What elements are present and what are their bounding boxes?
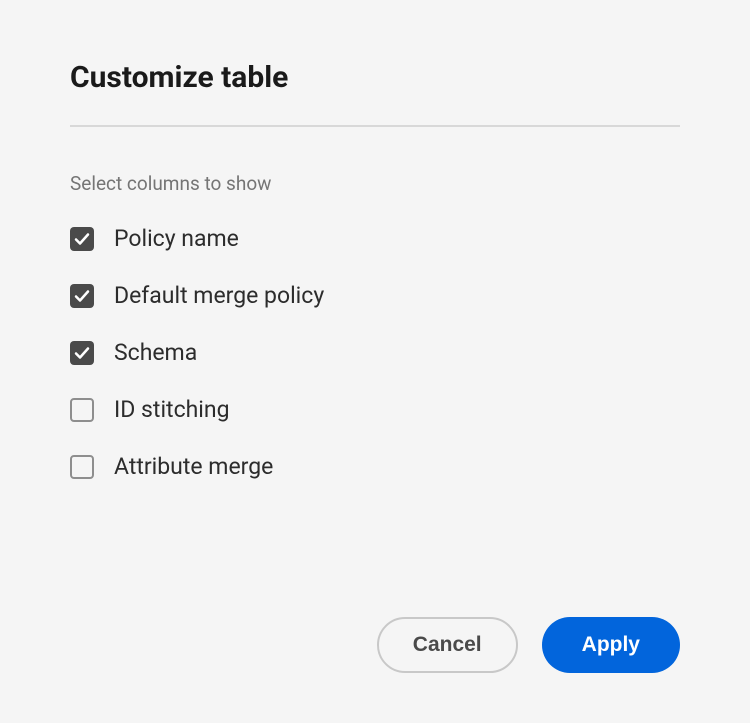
button-row: Cancel Apply: [70, 617, 680, 673]
checkbox-unchecked-icon: [70, 398, 94, 422]
checkbox-label: Default merge policy: [114, 282, 324, 309]
checkbox-label: ID stitching: [114, 396, 229, 423]
checkmark-icon: [70, 341, 94, 365]
checkbox-label: Attribute merge: [114, 453, 273, 480]
checkbox-attribute-merge[interactable]: Attribute merge: [70, 453, 680, 480]
checkmark-icon: [70, 284, 94, 308]
checkbox-list: Policy name Default merge policy Schema …: [70, 225, 680, 480]
checkbox-policy-name[interactable]: Policy name: [70, 225, 680, 252]
subtitle: Select columns to show: [70, 172, 680, 195]
cancel-button[interactable]: Cancel: [377, 617, 518, 673]
checkbox-default-merge-policy[interactable]: Default merge policy: [70, 282, 680, 309]
dialog-title: Customize table: [70, 60, 680, 95]
checkbox-unchecked-icon: [70, 455, 94, 479]
checkbox-label: Schema: [114, 339, 197, 366]
divider: [70, 125, 680, 127]
checkbox-schema[interactable]: Schema: [70, 339, 680, 366]
checkbox-id-stitching[interactable]: ID stitching: [70, 396, 680, 423]
checkmark-icon: [70, 227, 94, 251]
checkbox-label: Policy name: [114, 225, 239, 252]
apply-button[interactable]: Apply: [542, 617, 680, 673]
